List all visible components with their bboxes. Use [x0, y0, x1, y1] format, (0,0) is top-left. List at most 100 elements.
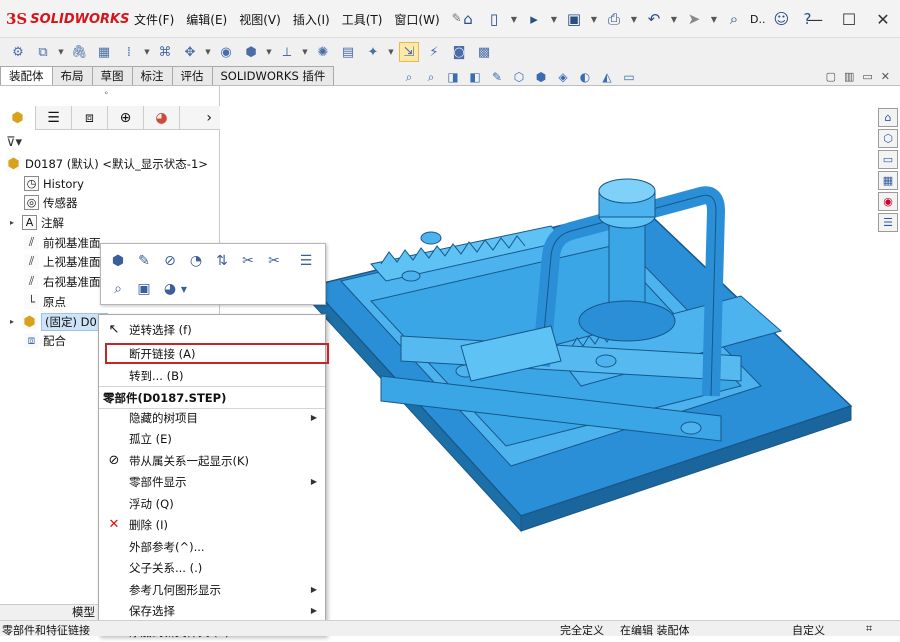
component-properties-icon[interactable]: ▣ — [133, 278, 155, 300]
assembly-features-icon[interactable]: ⬢ — [241, 42, 261, 62]
exploded-view-icon[interactable]: ✦ — [363, 42, 383, 62]
menu-item-delete[interactable]: ✕ 删除 (I) — [99, 514, 325, 535]
view-settings-icon[interactable]: ▭ — [620, 68, 638, 86]
chevron-down-icon[interactable]: ▼ — [179, 278, 189, 300]
chevron-down-icon[interactable]: ▼ — [670, 9, 678, 29]
tree-item-mates[interactable]: ⧈ 配合 — [24, 331, 66, 350]
undo-icon[interactable]: ↶ — [644, 9, 664, 29]
mate-clip-alt-icon[interactable]: ✂ — [263, 250, 285, 272]
file-explorer-icon[interactable]: ▭ — [878, 150, 898, 169]
menu-item-save-selection[interactable]: 保存选择 ▶ — [99, 600, 325, 621]
chevron-down-icon[interactable]: ▼ — [302, 42, 308, 62]
move-with-triad-icon[interactable]: ⇅ — [211, 250, 233, 272]
view-palette-icon[interactable]: ▦ — [878, 171, 898, 190]
menu-item-float[interactable]: 浮动 (Q) — [99, 493, 325, 514]
solidworks-resources-icon[interactable]: ⌂ — [878, 108, 898, 127]
chevron-down-icon[interactable]: ▼ — [710, 9, 718, 29]
menu-item-break-link[interactable]: 断开链接 (A) — [105, 343, 329, 364]
update-speedpak-icon[interactable]: ⚡ — [424, 42, 444, 62]
chevron-right-icon[interactable]: › — [206, 106, 212, 129]
menu-view[interactable]: 视图(V) — [233, 11, 287, 28]
menu-window[interactable]: 窗口(W) — [388, 11, 445, 28]
view-orientation-icon[interactable]: ⬡ — [510, 68, 528, 86]
rebuild-status-icon[interactable]: ⌗ — [866, 622, 872, 636]
chevron-down-icon[interactable]: ▼ — [388, 42, 394, 62]
maximize-icon[interactable]: ☐ — [832, 4, 866, 34]
tree-item-front-plane[interactable]: ⫽ 前视基准面 — [24, 233, 101, 252]
tree-item-sensors[interactable]: ◎ 传感器 — [24, 193, 78, 212]
search-icon[interactable]: ⌕ — [724, 9, 744, 29]
minimize-icon[interactable]: — — [798, 4, 832, 34]
edit-part-icon[interactable]: ⬢ — [107, 250, 129, 272]
move-component-icon[interactable]: ✥ — [180, 42, 200, 62]
instant3d-icon[interactable]: ⇲ — [399, 42, 419, 62]
configuration-manager-tab-icon[interactable]: ⧈ — [72, 106, 108, 130]
mate-clip-icon[interactable]: ✂ — [237, 250, 259, 272]
edit-component-icon[interactable]: ⚙ — [8, 42, 28, 62]
expand-arrow-icon[interactable]: ▸ — [10, 218, 18, 227]
smart-fasteners-icon[interactable]: ⌘ — [155, 42, 175, 62]
feature-manager-tab-icon[interactable]: ⬢ — [0, 106, 36, 130]
home-icon[interactable]: ⌂ — [458, 9, 478, 29]
close-icon[interactable]: ✕ — [866, 4, 900, 34]
appearance-brush-icon[interactable]: ✎ — [133, 250, 155, 272]
property-manager-tab-icon[interactable]: ☰ — [36, 106, 72, 130]
chevron-down-icon[interactable]: ▼ — [590, 9, 598, 29]
component-preview-icon[interactable]: ▦ — [94, 42, 114, 62]
chevron-down-icon[interactable]: ▼ — [630, 9, 638, 29]
custom-properties-icon[interactable]: ☰ — [878, 213, 898, 232]
mate-icon[interactable]: 🖇 — [69, 42, 89, 62]
tab-evaluate[interactable]: 评估 — [171, 66, 213, 85]
filter-icon[interactable]: ⊽▾ — [6, 135, 22, 150]
linear-pattern-icon[interactable]: ⁞ — [119, 42, 139, 62]
menu-item-component-display[interactable]: 零部件显示 ▶ — [99, 471, 325, 492]
minimize-viewport-icon[interactable]: ▭ — [862, 70, 872, 83]
chevron-down-icon[interactable]: ▼ — [266, 42, 272, 62]
menu-insert[interactable]: 插入(I) — [287, 11, 336, 28]
zoom-to-fit-icon[interactable]: ⌕ — [400, 68, 418, 86]
large-assembly-icon[interactable]: ▩ — [474, 42, 494, 62]
tile-viewport-icon[interactable]: ▥ — [844, 70, 854, 83]
tree-item-top-plane[interactable]: ⫽ 上视基准面 — [24, 252, 101, 271]
panel-grip-icon[interactable]: ° — [104, 91, 109, 101]
close-viewport-icon[interactable]: ✕ — [881, 70, 890, 83]
chevron-down-icon[interactable]: ▼ — [510, 9, 518, 29]
menu-file[interactable]: 文件(F) — [128, 11, 180, 28]
take-snapshot-icon[interactable]: ◙ — [449, 42, 469, 62]
design-library-icon[interactable]: ⬡ — [878, 129, 898, 148]
chevron-down-icon[interactable]: ▼ — [205, 42, 211, 62]
menu-item-parent-child[interactable]: 父子关系... (.) — [99, 557, 325, 578]
menu-item-isolate[interactable]: 孤立 (E) — [99, 428, 325, 449]
reference-geometry-icon[interactable]: ⟂ — [277, 42, 297, 62]
restore-viewport-icon[interactable]: ▢ — [826, 70, 836, 83]
section-view-icon[interactable]: ◧ — [466, 68, 484, 86]
tree-item-history[interactable]: ◷ History — [24, 174, 84, 193]
show-hidden-icon[interactable]: ◉ — [216, 42, 236, 62]
menu-item-show-with-dependents[interactable]: ⊘ 带从属关系一起显示(K) — [99, 450, 325, 471]
tab-sketch[interactable]: 草图 — [91, 66, 133, 85]
tab-addins[interactable]: SOLIDWORKS 插件 — [211, 66, 335, 85]
menu-edit[interactable]: 编辑(E) — [180, 11, 233, 28]
zoom-to-selection-icon[interactable]: ⌕ — [107, 278, 129, 300]
tree-root[interactable]: ⬢ D0187 (默认) <默认_显示状态-1> — [6, 154, 208, 173]
new-document-icon[interactable]: ▯ — [484, 9, 504, 29]
tab-markup[interactable]: 标注 — [131, 66, 173, 85]
user-icon[interactable]: ☺ — [771, 9, 791, 29]
previous-view-icon[interactable]: ◨ — [444, 68, 462, 86]
edit-appearance-icon[interactable]: ◐ — [576, 68, 594, 86]
menu-item-invert-selection[interactable]: ↖ 逆转选择 (f) — [99, 319, 325, 340]
menu-item-reference-geometry-display[interactable]: 参考几何图形显示 ▶ — [99, 579, 325, 600]
menu-item-hidden-tree-items[interactable]: 隐藏的树项目 ▶ — [99, 407, 325, 428]
menu-tools[interactable]: 工具(T) — [336, 11, 389, 28]
tree-item-right-plane[interactable]: ⫽ 右视基准面 — [24, 272, 101, 291]
insert-component-icon[interactable]: ⧉ — [33, 42, 53, 62]
print-icon[interactable]: ⎙ — [604, 9, 624, 29]
appearances-icon[interactable]: ◉ — [878, 192, 898, 211]
menu-item-go-to[interactable]: 转到... (B) — [99, 365, 325, 386]
tab-assembly[interactable]: 装配体 — [0, 66, 53, 85]
dynamic-annotation-icon[interactable]: ✎ — [488, 68, 506, 86]
display-style-icon[interactable]: ⬢ — [532, 68, 550, 86]
chevron-down-icon[interactable]: ▼ — [58, 42, 64, 62]
tab-layout[interactable]: 布局 — [51, 66, 93, 85]
apply-scene-icon[interactable]: ◭ — [598, 68, 616, 86]
